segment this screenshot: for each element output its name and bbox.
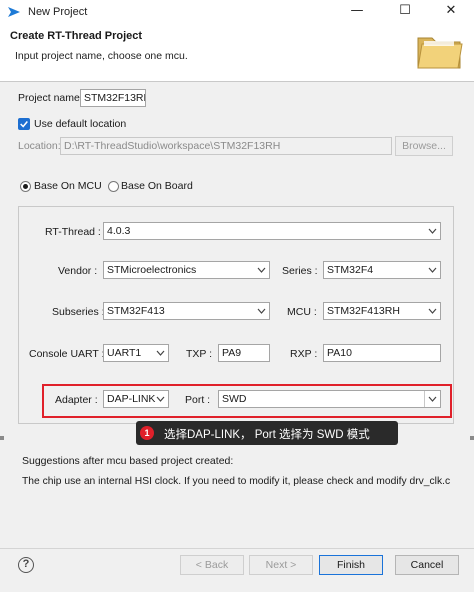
- mcu-label: MCU :: [287, 306, 317, 318]
- annotation-highlight-box: [42, 384, 452, 418]
- rtthread-version-select[interactable]: 4.0.3: [103, 222, 441, 240]
- subseries-label: Subseries :: [52, 306, 105, 318]
- suggestions-text: The chip use an internal HSI clock. If y…: [22, 476, 451, 487]
- vendor-select[interactable]: STMicroelectronics: [103, 261, 270, 279]
- location-label: Location:: [18, 140, 61, 152]
- rxp-label: RXP :: [290, 348, 318, 360]
- checkmark-icon: [20, 121, 28, 128]
- footer-divider: [0, 548, 474, 549]
- series-select[interactable]: STM32F4: [323, 261, 441, 279]
- chevron-down-icon: [428, 228, 437, 234]
- finish-button[interactable]: Finish: [319, 555, 383, 575]
- suggestions-heading: Suggestions after mcu based project crea…: [22, 455, 234, 467]
- default-location-label: Use default location: [34, 118, 127, 130]
- subseries-select[interactable]: STM32F413: [103, 302, 270, 320]
- rtthread-version-label: RT-Thread :: [45, 226, 101, 238]
- back-button[interactable]: < Back: [180, 555, 244, 575]
- mcu-select[interactable]: STM32F413RH: [323, 302, 441, 320]
- annotation-callout-text: 选择DAP-LINK， Port 选择为 SWD 模式: [164, 429, 370, 441]
- maximize-button[interactable]: ☐: [382, 0, 428, 24]
- console-uart-label: Console UART :: [29, 348, 105, 360]
- vendor-label: Vendor :: [58, 265, 98, 277]
- txp-input[interactable]: PA9: [218, 344, 270, 362]
- chevron-down-icon: [156, 350, 165, 356]
- base-on-board-label: Base On Board: [121, 180, 193, 192]
- wizard-description: Input project name, choose one mcu.: [15, 50, 188, 62]
- project-name-input[interactable]: STM32F13RH: [80, 89, 146, 107]
- rxp-input[interactable]: PA10: [323, 344, 441, 362]
- close-button[interactable]: ✕: [428, 0, 474, 24]
- default-location-checkbox[interactable]: [18, 118, 30, 130]
- window-title: New Project: [28, 6, 88, 18]
- subseries-value: STM32F413: [107, 305, 165, 317]
- mcu-value: STM32F413RH: [327, 305, 400, 317]
- base-on-mcu-radio[interactable]: [20, 181, 31, 192]
- cancel-button[interactable]: Cancel: [395, 555, 459, 575]
- chevron-down-icon: [428, 267, 437, 273]
- console-uart-select[interactable]: UART1: [103, 344, 169, 362]
- browse-button[interactable]: Browse...: [395, 136, 453, 156]
- chevron-down-icon: [257, 308, 266, 314]
- edge-marker: [0, 436, 4, 440]
- txp-label: TXP :: [186, 348, 213, 360]
- chevron-down-icon: [428, 308, 437, 314]
- app-logo-icon: [8, 7, 20, 17]
- edge-marker: [470, 436, 474, 440]
- help-icon[interactable]: ?: [18, 557, 34, 573]
- next-button[interactable]: Next >: [249, 555, 313, 575]
- annotation-step-number: 1: [140, 426, 154, 440]
- series-label: Series :: [282, 265, 318, 277]
- base-on-mcu-label: Base On MCU: [34, 180, 102, 192]
- vendor-value: STMicroelectronics: [107, 264, 197, 276]
- project-name-label: Project name:: [18, 92, 83, 104]
- location-input[interactable]: D:\RT-ThreadStudio\workspace\STM32F13RH: [60, 137, 392, 155]
- minimize-button[interactable]: —: [334, 0, 380, 24]
- base-on-board-radio[interactable]: [108, 181, 119, 192]
- series-value: STM32F4: [327, 264, 374, 276]
- rtthread-version-value: 4.0.3: [107, 225, 131, 237]
- folder-icon: [417, 37, 463, 69]
- wizard-title: Create RT-Thread Project: [10, 30, 143, 42]
- console-uart-value: UART1: [107, 347, 142, 359]
- chevron-down-icon: [257, 267, 266, 273]
